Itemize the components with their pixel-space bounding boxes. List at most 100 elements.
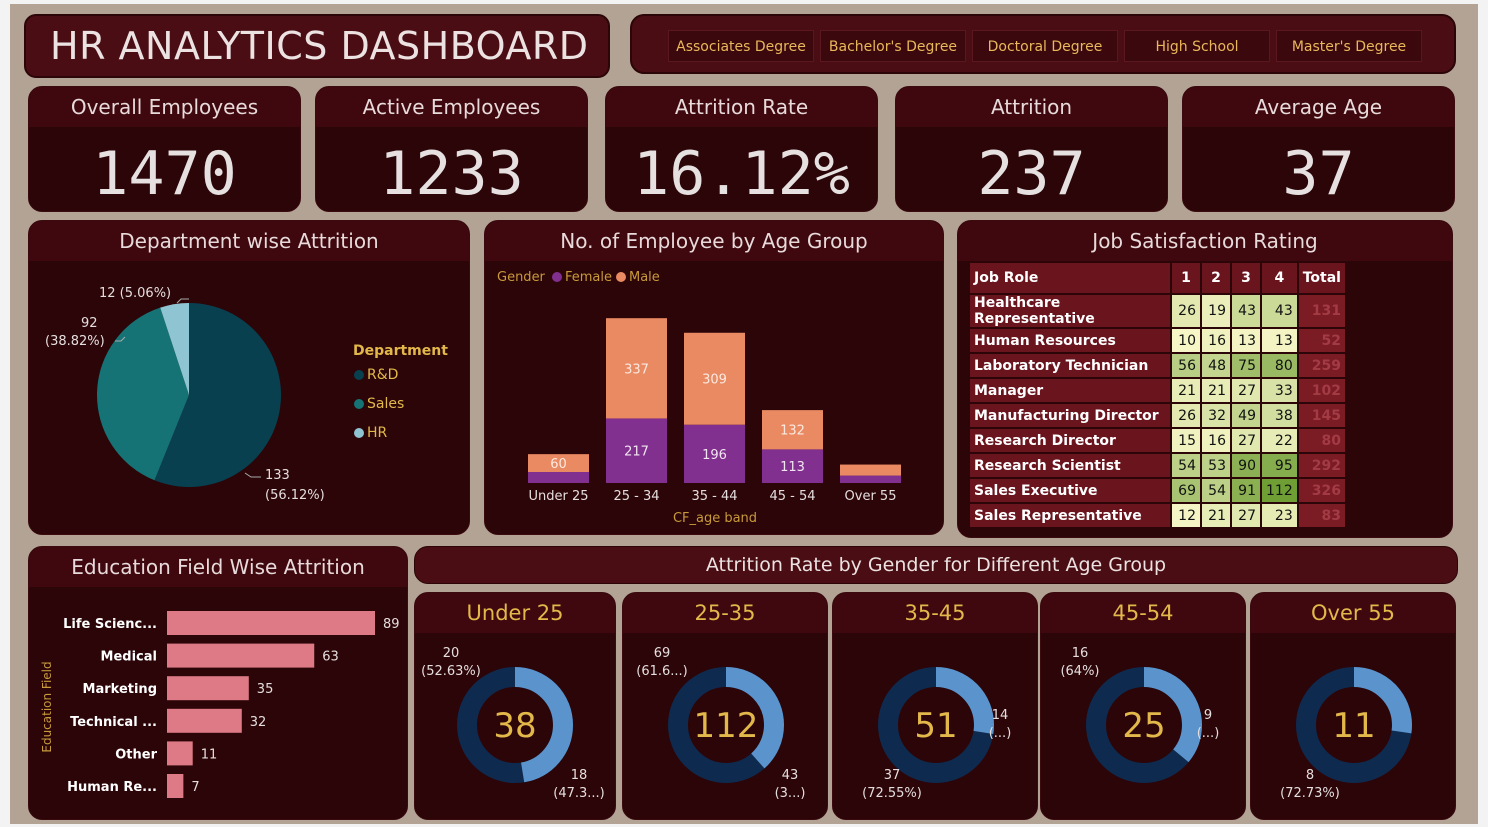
donut-chart: 11 8 (72.73%) — [1280, 667, 1412, 801]
kpi-value: 1233 — [379, 139, 524, 209]
donut-chart: 112 69 (61.6...) 43 (3...) — [636, 646, 805, 801]
bar-label-male: 60 — [550, 457, 567, 472]
col-total[interactable]: Total — [1296, 261, 1347, 295]
table-row[interactable]: Manager 21 21 27 33 102 — [968, 377, 1347, 404]
cell-rating: 27 — [1230, 377, 1262, 404]
donut-female-count: 14 — [992, 708, 1009, 723]
pie-legend-item[interactable]: HR — [367, 425, 388, 441]
kpi-value: 37 — [1282, 139, 1355, 209]
slicer-high-school[interactable]: High School — [1124, 30, 1270, 62]
cell-total: 102 — [1296, 377, 1347, 404]
pie-legend-dot — [354, 370, 364, 380]
x-tick-label: 35 - 44 — [691, 489, 737, 504]
cell-job-role: Manufacturing Director — [968, 402, 1172, 429]
edu-category-label: Human Re... — [67, 780, 157, 795]
x-tick-label: Under 25 — [528, 489, 588, 504]
kpi-label: Active Employees — [316, 87, 587, 127]
male-legend-dot — [616, 272, 626, 282]
edu-category-label: Marketing — [83, 682, 157, 697]
kpi-attrition: Attrition 237 — [895, 86, 1168, 212]
donut-card-45-54: 45-54 25 16 (64%) 9 (...) — [1040, 592, 1246, 820]
edu-bar[interactable] — [167, 611, 375, 635]
cell-job-role: Research Director — [968, 427, 1172, 454]
col-rating-3[interactable]: 3 — [1230, 261, 1262, 295]
table-row[interactable]: Research Director 15 16 27 22 80 — [968, 427, 1347, 454]
edu-bar[interactable] — [167, 774, 184, 798]
table-row[interactable]: Research Scientist 54 53 90 95 292 — [968, 452, 1347, 479]
cell-rating: 16 — [1200, 427, 1232, 454]
donut-male-count: 69 — [654, 646, 671, 661]
donut-chart: 25 16 (64%) 9 (...) — [1060, 646, 1219, 783]
donut-male-pct: (72.73%) — [1280, 786, 1340, 801]
edu-category-label: Medical — [101, 650, 157, 665]
bar-label-male: 132 — [780, 424, 805, 439]
donut-center-value: 38 — [493, 706, 536, 746]
cell-rating: 95 — [1260, 452, 1299, 479]
slicer-doctoral-degree[interactable]: Doctoral Degree — [972, 30, 1118, 62]
cell-total: 292 — [1296, 452, 1347, 479]
pie-label-sales-pct: (38.82%) — [45, 334, 105, 349]
bar-female[interactable] — [528, 471, 589, 483]
bar-label-female: 196 — [702, 448, 727, 463]
cell-job-role: Research Scientist — [968, 452, 1172, 479]
col-rating-2[interactable]: 2 — [1200, 261, 1232, 295]
kpi-active-employees: Active Employees 1233 — [315, 86, 588, 212]
edu-bar[interactable] — [167, 708, 242, 733]
cell-total: 145 — [1296, 402, 1347, 429]
pie-legend-item[interactable]: R&D — [367, 367, 398, 383]
pie-label-hr: 12 (5.06%) — [99, 286, 171, 301]
cell-rating: 75 — [1230, 352, 1262, 379]
cell-rating: 48 — [1200, 352, 1232, 379]
edu-bar[interactable] — [167, 643, 315, 668]
cell-rating: 69 — [1170, 477, 1202, 504]
kpi-value: 237 — [977, 139, 1086, 209]
cell-rating: 43 — [1260, 293, 1299, 329]
pie-label-sales-count: 92 — [81, 316, 98, 331]
x-tick-label: 45 - 54 — [769, 489, 815, 504]
kpi-label: Attrition — [896, 87, 1167, 127]
slicer-bachelors-degree[interactable]: Bachelor's Degree — [820, 30, 966, 62]
cell-rating: 32 — [1200, 402, 1232, 429]
cell-total: 326 — [1296, 477, 1347, 504]
donut-female-pct: (47.3...) — [553, 786, 605, 801]
donut-male-count: 37 — [884, 768, 901, 783]
donut-card-25-35: 25-35 112 69 (61.6...) 43 (3...) — [622, 592, 828, 820]
col-rating-1[interactable]: 1 — [1170, 261, 1202, 295]
bar-label-male: 309 — [702, 373, 727, 388]
department-attrition-card: Department wise Attrition 12 (5.06%) 92 … — [28, 220, 470, 535]
donut-male-pct: (72.55%) — [862, 786, 922, 801]
job-satisfaction-table: Job Role 1 2 3 4 Total Healthcare Repres… — [968, 261, 1347, 529]
table-row[interactable]: Sales Representative 12 21 27 23 83 — [968, 502, 1347, 529]
donut-male-pct: (61.6...) — [636, 664, 688, 679]
donut-title: 25-35 — [623, 593, 827, 633]
cell-total: 131 — [1296, 293, 1347, 329]
col-job-role[interactable]: Job Role — [968, 261, 1172, 295]
donut-title: Over 55 — [1251, 593, 1455, 633]
bar-male[interactable] — [840, 464, 901, 476]
pie-legend-item[interactable]: Sales — [367, 396, 404, 412]
table-row[interactable]: Laboratory Technician 56 48 75 80 259 — [968, 352, 1347, 379]
age-group-bar-chart: Gender Female Male 60 Under 25 217 337 25 - … — [497, 270, 901, 526]
bar-label-female: 113 — [780, 460, 805, 475]
kpi-label: Average Age — [1183, 87, 1454, 127]
cell-total: 83 — [1296, 502, 1347, 529]
donut-center-value: 25 — [1122, 706, 1165, 746]
education-bar-chart: Education Field Life Scienc... 89 Medical 6… — [40, 611, 400, 798]
slicer-masters-degree[interactable]: Master's Degree — [1276, 30, 1422, 62]
edu-bar[interactable] — [167, 676, 249, 701]
pie-label-rd-count: 133 — [265, 468, 290, 483]
table-row[interactable]: Human Resources 10 16 13 13 52 — [968, 327, 1347, 354]
table-row[interactable]: Manufacturing Director 26 32 49 38 145 — [968, 402, 1347, 429]
slicer-associates-degree[interactable]: Associates Degree — [668, 30, 814, 62]
col-rating-4[interactable]: 4 — [1260, 261, 1299, 295]
table-row[interactable]: Healthcare Representative 26 19 43 43 131 — [968, 293, 1347, 329]
cell-rating: 90 — [1230, 452, 1262, 479]
cell-rating: 49 — [1230, 402, 1262, 429]
edu-bar[interactable] — [167, 741, 193, 766]
education-y-label: Education Field — [40, 661, 54, 752]
donut-male-count: 20 — [443, 646, 460, 661]
kpi-average-age: Average Age 37 — [1182, 86, 1455, 212]
bar-female[interactable] — [840, 475, 901, 483]
kpi-overall-employees: Overall Employees 1470 — [28, 86, 301, 212]
table-row[interactable]: Sales Executive 69 54 91 112 326 — [968, 477, 1347, 504]
